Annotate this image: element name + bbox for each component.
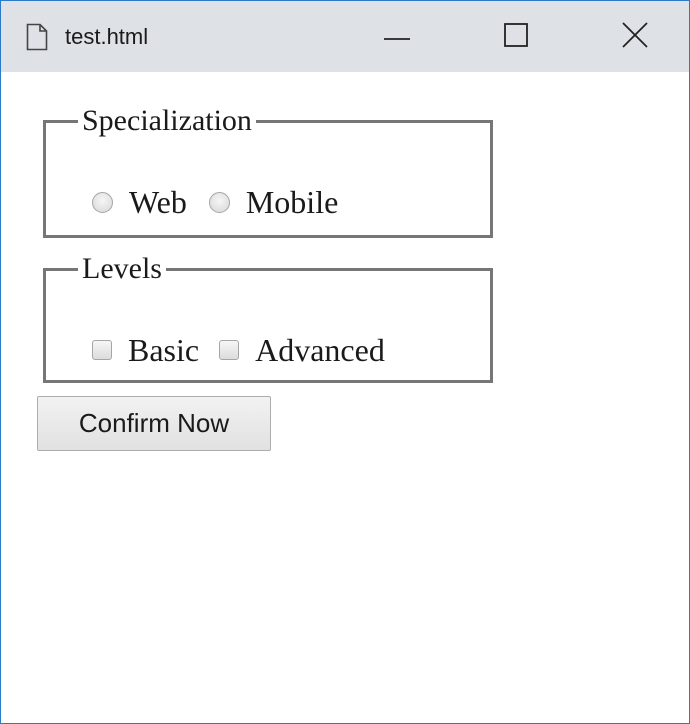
confirm-now-button[interactable]: Confirm Now (37, 396, 271, 451)
levels-fieldset: Levels Basic Advanced (43, 252, 493, 383)
basic-checkbox[interactable] (92, 340, 112, 360)
basic-label[interactable]: Basic (128, 330, 199, 370)
mobile-label[interactable]: Mobile (246, 182, 338, 222)
advanced-label[interactable]: Advanced (255, 330, 385, 370)
levels-legend: Levels (82, 252, 162, 285)
minimize-button[interactable] (367, 9, 427, 65)
specialization-options: Web Mobile (92, 182, 338, 222)
maximize-icon (504, 22, 528, 52)
title-bar[interactable]: test.html (1, 1, 689, 72)
minimize-icon (384, 28, 410, 46)
close-button[interactable] (605, 9, 665, 65)
document-icon (26, 23, 48, 51)
web-radio[interactable] (92, 191, 113, 213)
specialization-legend: Specialization (82, 104, 252, 137)
close-icon (622, 21, 648, 53)
maximize-button[interactable] (486, 9, 546, 65)
mobile-radio[interactable] (208, 191, 230, 213)
levels-options: Basic Advanced (92, 330, 385, 370)
page-content: Specialization Web Mobile Levels Basic A… (1, 72, 689, 723)
window-title: test.html (65, 24, 149, 49)
web-label[interactable]: Web (129, 182, 187, 222)
advanced-checkbox[interactable] (219, 340, 240, 360)
specialization-fieldset: Specialization Web Mobile (43, 104, 493, 238)
browser-window: test.html Specialization Web Mobile Leve… (0, 0, 690, 724)
